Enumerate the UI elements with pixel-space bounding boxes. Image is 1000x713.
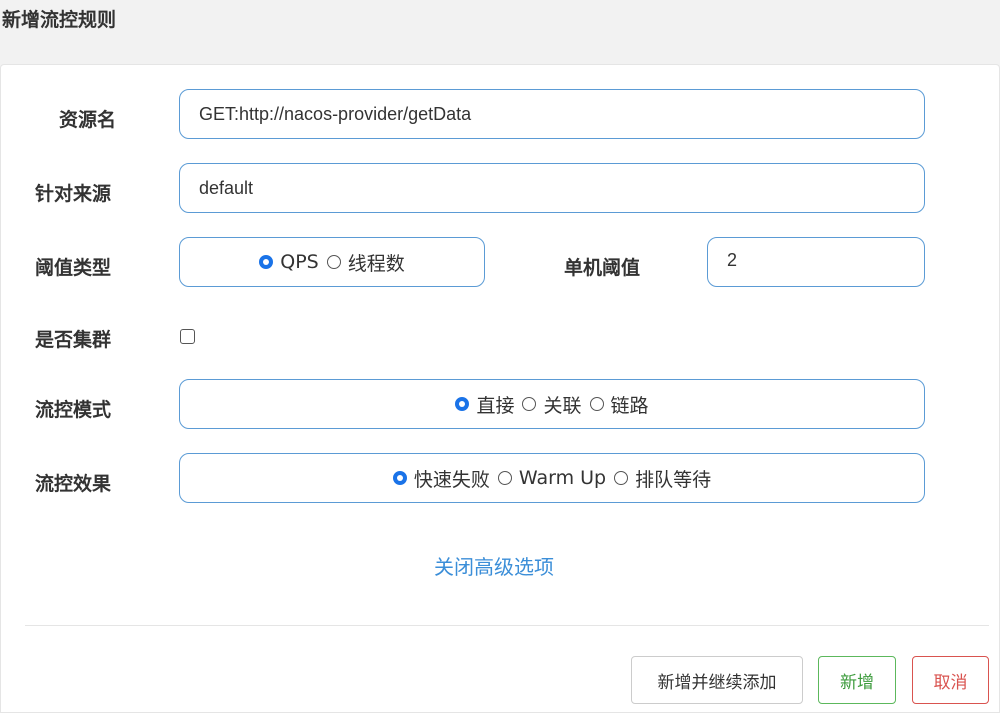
control-behavior-label: 流控效果 <box>35 473 112 495</box>
strategy-option-chain[interactable]: 链路 <box>589 391 649 418</box>
limit-app-label: 针对来源 <box>35 183 112 205</box>
dialog-body: 资源名 GET:http://nacos-provider/getData 针对… <box>0 64 1000 713</box>
strategy-label: 流控模式 <box>35 399 112 421</box>
behavior-option-fail-fast[interactable]: 快速失败 <box>392 465 490 492</box>
radio-unchecked-icon[interactable] <box>326 255 341 269</box>
resource-label: 资源名 <box>59 109 117 131</box>
radio-checked-icon[interactable] <box>259 255 274 269</box>
strategy-radio-group: 直接 关联 链路 <box>179 379 925 429</box>
behavior-option-queue-label: 排队等待 <box>635 468 712 491</box>
resource-input[interactable]: GET:http://nacos-provider/getData <box>179 89 925 139</box>
strategy-option-chain-label: 链路 <box>610 394 649 417</box>
advanced-options-toggle-link[interactable]: 关闭高级选项 <box>434 551 554 580</box>
add-and-continue-button[interactable]: 新增并继续添加 <box>631 656 803 704</box>
grade-option-qps-label: QPS <box>280 251 319 273</box>
count-input[interactable]: 2 <box>707 237 925 287</box>
grade-option-thread[interactable]: 线程数 <box>326 249 405 276</box>
limit-app-input-value: default <box>199 177 254 198</box>
strategy-option-direct[interactable]: 直接 <box>455 391 514 418</box>
dialog-title: 新增流控规则 <box>2 9 117 31</box>
strategy-option-relate[interactable]: 关联 <box>522 391 582 418</box>
radio-unchecked-icon[interactable] <box>589 397 604 411</box>
cancel-button[interactable]: 取消 <box>912 656 989 704</box>
grade-option-qps[interactable]: QPS <box>259 251 319 273</box>
behavior-option-fail-fast-label: 快速失败 <box>413 468 490 491</box>
radio-checked-icon[interactable] <box>455 397 470 411</box>
resource-input-value: GET:http://nacos-provider/getData <box>199 103 472 124</box>
control-behavior-radio-group: 快速失败 Warm Up 排队等待 <box>179 453 925 503</box>
dialog-header: 新增流控规则 <box>0 0 1000 64</box>
limit-app-input[interactable]: default <box>179 163 925 213</box>
grade-label: 阈值类型 <box>35 257 112 279</box>
behavior-option-warm-up[interactable]: Warm Up <box>497 467 607 489</box>
radio-unchecked-icon[interactable] <box>522 397 537 411</box>
behavior-option-warm-up-label: Warm Up <box>518 467 607 489</box>
grade-radio-group: QPS 线程数 <box>179 237 485 287</box>
cluster-checkbox[interactable] <box>180 329 195 344</box>
grade-option-thread-label: 线程数 <box>347 252 405 275</box>
radio-unchecked-icon[interactable] <box>614 471 629 485</box>
strategy-option-relate-label: 关联 <box>543 394 582 417</box>
behavior-option-queue[interactable]: 排队等待 <box>614 465 711 492</box>
cluster-label: 是否集群 <box>35 329 112 351</box>
footer-divider <box>25 625 989 626</box>
count-label: 单机阈值 <box>564 257 641 279</box>
radio-unchecked-icon[interactable] <box>497 471 512 485</box>
add-button[interactable]: 新增 <box>818 656 896 704</box>
strategy-option-direct-label: 直接 <box>476 394 515 417</box>
radio-checked-icon[interactable] <box>392 471 407 485</box>
count-input-value: 2 <box>727 250 738 270</box>
